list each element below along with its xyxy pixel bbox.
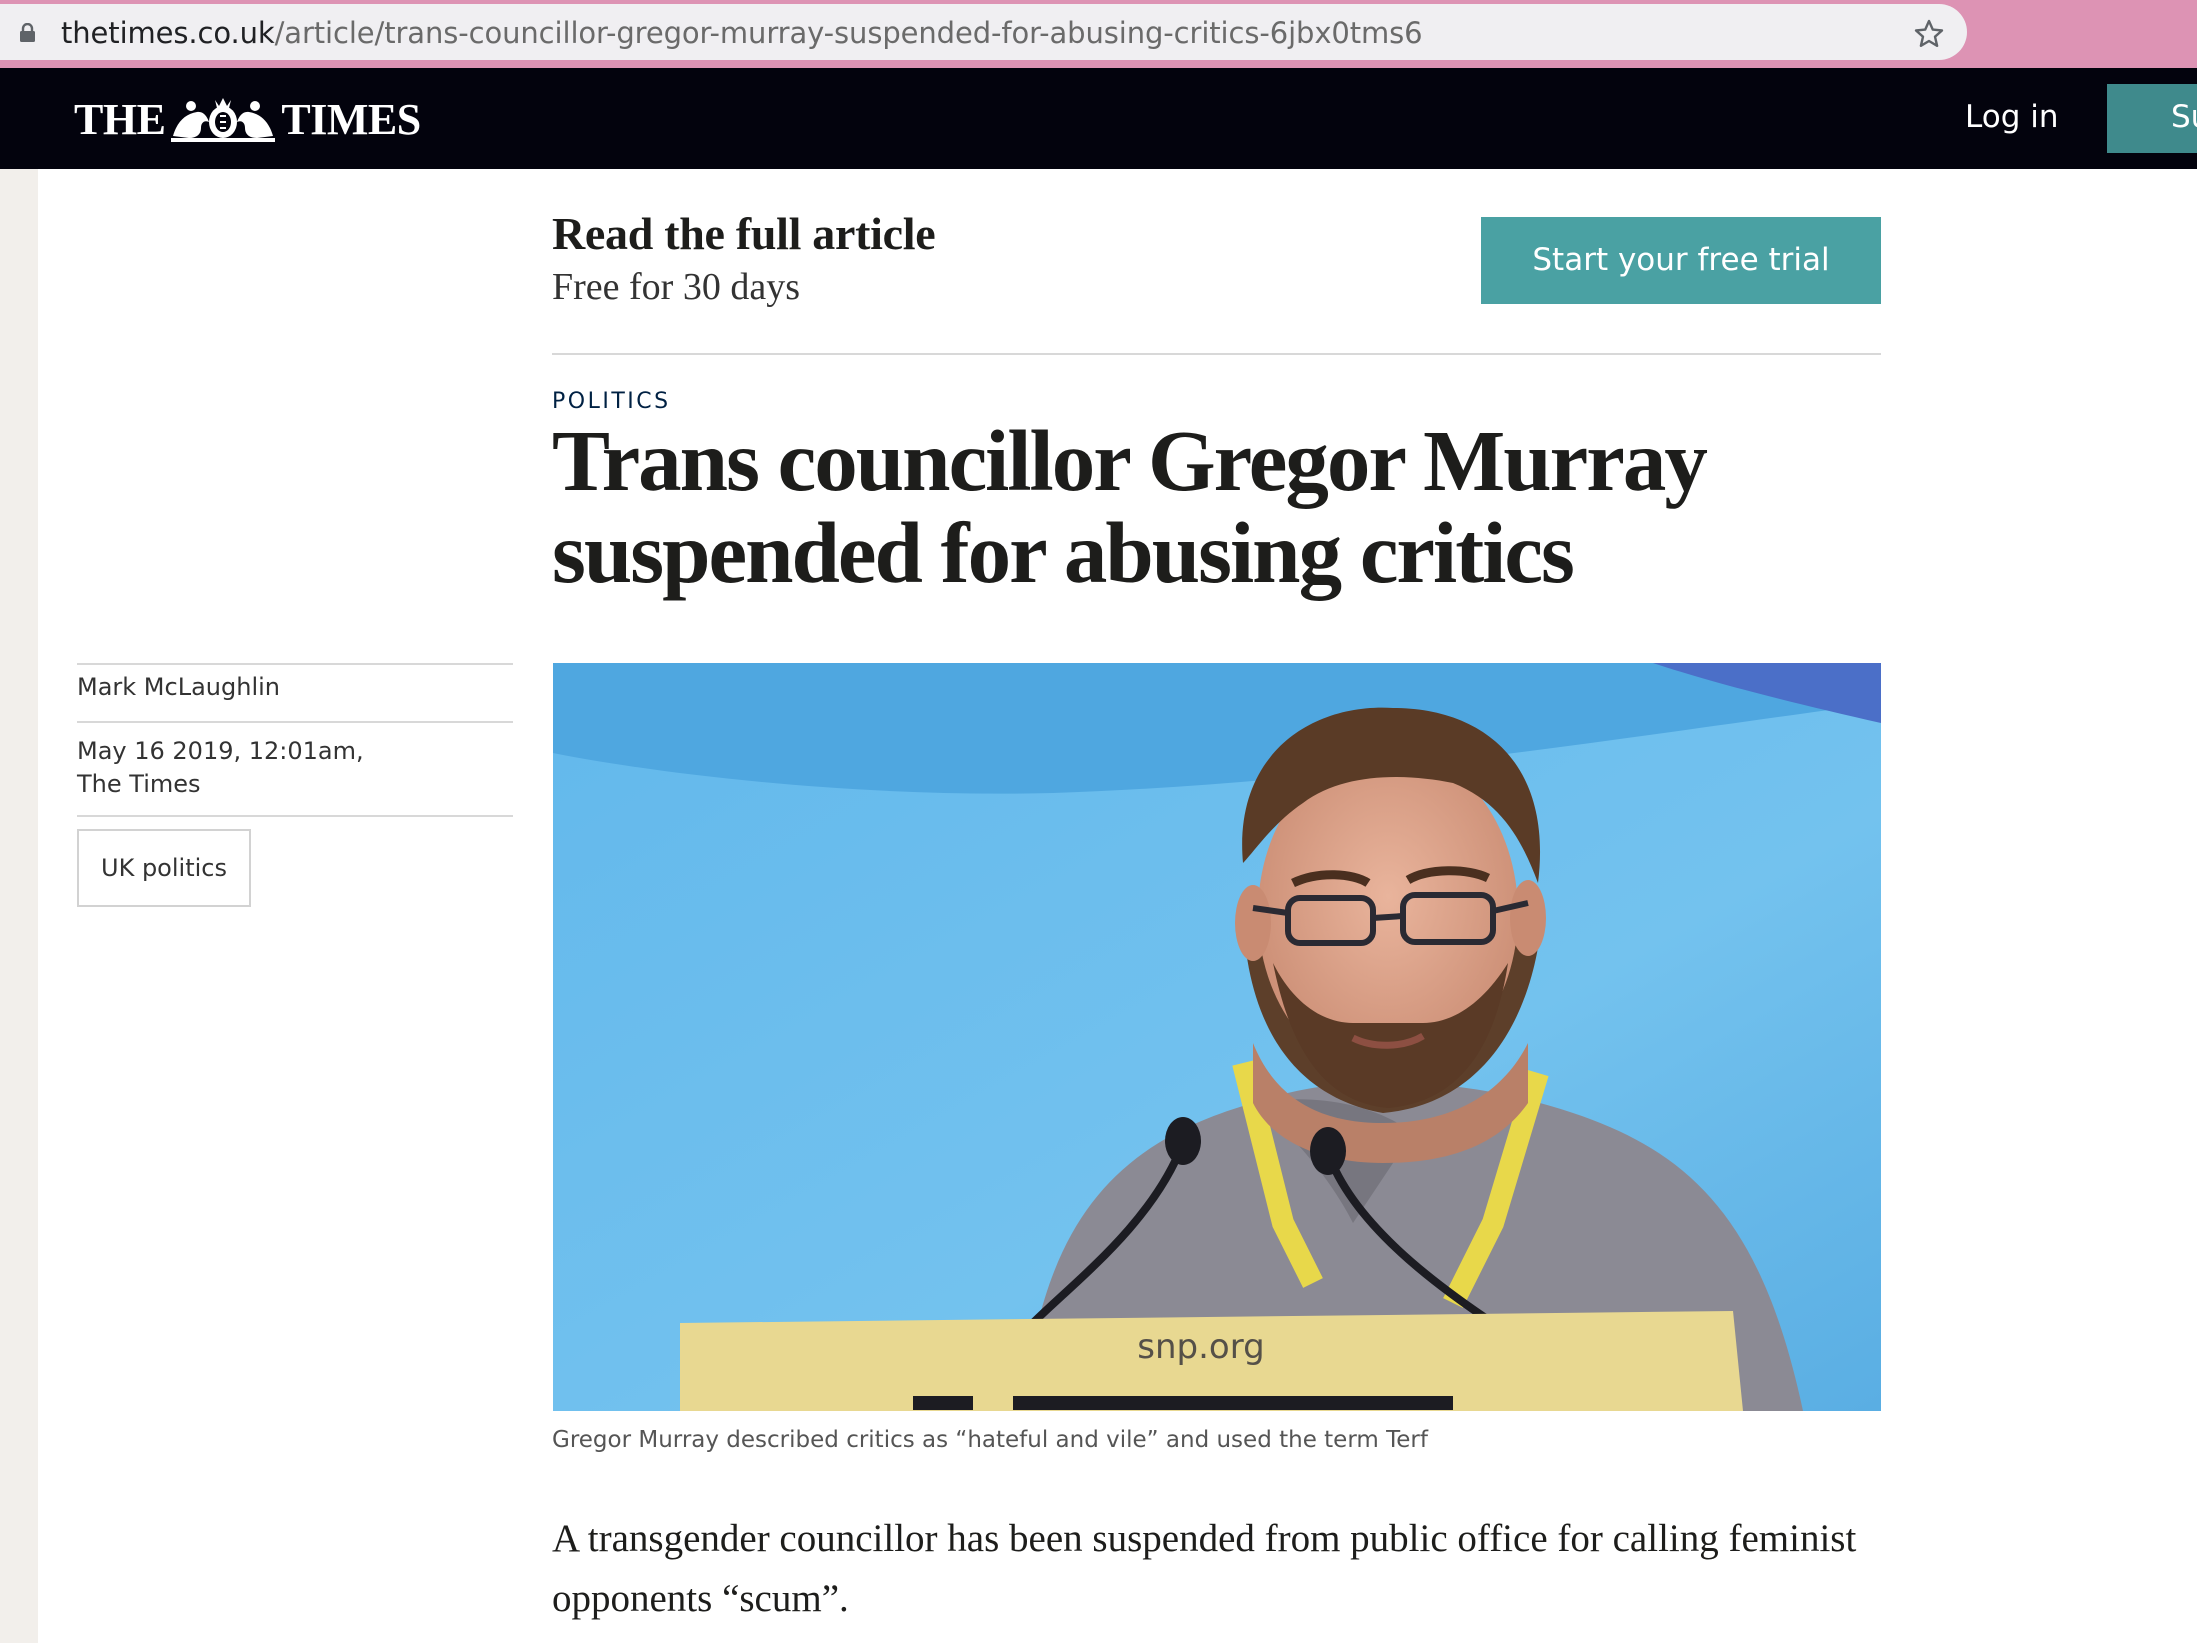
article-page: Read the full article Free for 30 days S…: [38, 169, 2197, 1643]
free-trial-button[interactable]: Start your free trial: [1481, 217, 1881, 304]
address-bar[interactable]: thetimes.co.uk/article/trans-councillor-…: [0, 4, 1967, 60]
promo-subtitle: Free for 30 days: [552, 266, 800, 308]
url-path: /article/trans-councillor-gregor-murray-…: [274, 16, 1423, 50]
section-label[interactable]: POLITICS: [552, 389, 671, 414]
publish-date: May 16 2019, 12:01am,: [77, 737, 364, 765]
article-photo: snp.org: [553, 663, 1881, 1411]
photo-caption: Gregor Murray described critics as “hate…: [552, 1427, 1428, 1453]
url-host: thetimes.co.uk: [61, 16, 275, 50]
promo-divider: [552, 353, 1881, 355]
royal-crest-icon: [171, 98, 276, 142]
promo-title: Read the full article: [552, 208, 936, 259]
podium-text: snp.org: [1137, 1327, 1264, 1367]
logo-word-the: THE: [74, 94, 166, 144]
site-masthead: THE TIMES Log in Su: [0, 68, 2197, 169]
times-logo[interactable]: THE TIMES: [74, 92, 421, 146]
logo-word-times: TIMES: [281, 94, 421, 144]
topic-tag[interactable]: UK politics: [77, 829, 251, 907]
meta-divider: [77, 721, 513, 723]
meta-divider: [77, 815, 513, 817]
author-name[interactable]: Mark McLaughlin: [77, 673, 280, 701]
article-headline: Trans councillor Gregor Murray suspended…: [552, 412, 1708, 601]
subscribe-button[interactable]: Su: [2107, 84, 2197, 153]
publication-name: The Times: [77, 770, 201, 798]
meta-divider: [77, 663, 513, 665]
lock-icon[interactable]: [19, 22, 36, 43]
star-icon[interactable]: [1913, 18, 1945, 50]
browser-toolbar: thetimes.co.uk/article/trans-councillor-…: [0, 0, 2197, 68]
login-link[interactable]: Log in: [1965, 99, 2058, 135]
article-dateline: May 16 2019, 12:01am, The Times: [77, 735, 364, 801]
url-text[interactable]: thetimes.co.uk/article/trans-councillor-…: [61, 17, 1423, 49]
article-lead-paragraph: A transgender councillor has been suspen…: [552, 1517, 1857, 1620]
